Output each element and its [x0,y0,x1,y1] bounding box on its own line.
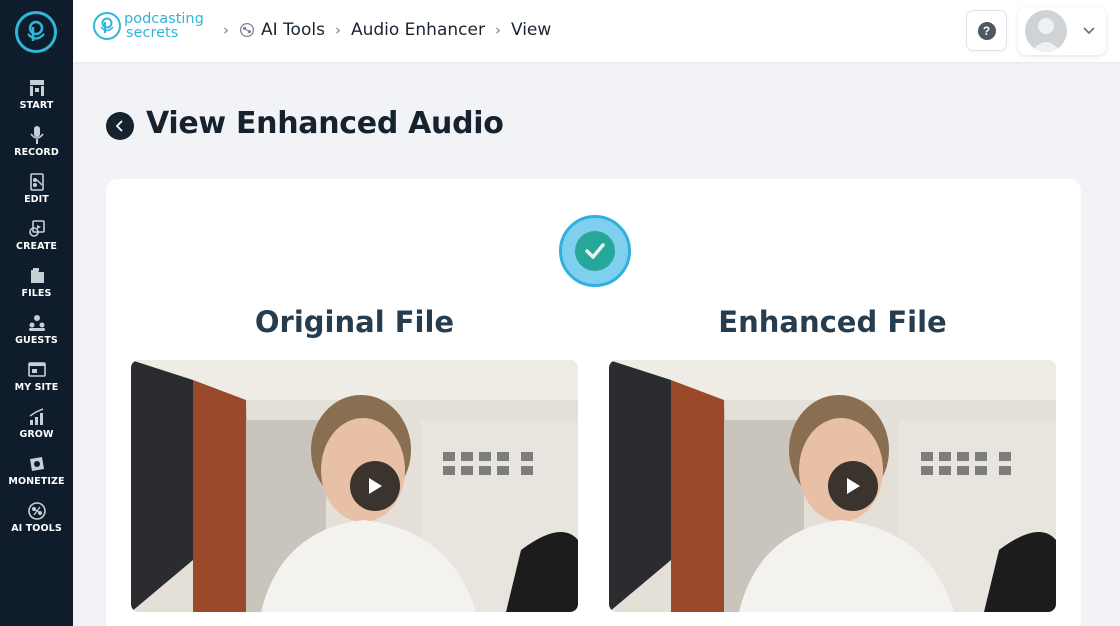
sidebar-item-label: AI TOOLS [11,523,62,534]
back-button[interactable] [106,112,134,140]
brand-mark-icon [93,12,121,40]
chevron-right-icon: › [223,21,229,39]
brand-name: podcasting secrets [124,11,204,41]
create-icon [28,220,45,237]
start-icon [29,80,44,96]
sidebar-item-ai-tools[interactable]: AI TOOLS [0,501,73,548]
breadcrumb-view: View [510,20,552,40]
files-icon [30,268,44,283]
sidebar: START RECORD EDIT CREATE FILES GUESTS MY… [0,0,73,626]
chevron-down-icon [1083,27,1095,35]
sidebar-item-record[interactable]: RECORD [0,125,73,172]
my-site-icon [27,362,46,377]
play-icon [369,478,382,494]
brand-line-2: secrets [126,25,179,41]
guests-icon [28,315,45,331]
sidebar-item-guests[interactable]: GUESTS [0,313,73,360]
sidebar-item-label: MONETIZE [8,476,65,487]
sidebar-item-files[interactable]: FILES [0,266,73,313]
sidebar-item-grow[interactable]: GROW [0,407,73,454]
ai-tools-icon [27,502,46,520]
sidebar-item-label: MY SITE [14,382,59,393]
breadcrumb-ai-tools[interactable]: AI Tools [261,20,325,40]
brand-logo[interactable]: podcasting secrets [93,12,204,40]
sidebar-item-edit[interactable]: EDIT [0,172,73,219]
breadcrumb: › AI Tools › Audio Enhancer › View [213,20,551,40]
sidebar-item-label: GROW [19,429,54,440]
play-icon [847,478,860,494]
enhanced-video-player[interactable] [609,360,1056,612]
edit-icon [29,173,44,191]
sidebar-item-label: EDIT [24,194,49,205]
top-header: podcasting secrets › AI Tools › Audio En… [73,0,1120,62]
app-logo-icon[interactable] [15,11,57,53]
grow-icon [29,408,43,425]
sidebar-item-label: CREATE [16,241,57,252]
help-button[interactable]: ? [966,10,1007,51]
sidebar-item-label: FILES [21,288,52,299]
page-title: View Enhanced Audio [146,106,504,141]
user-menu-button[interactable] [1018,7,1106,55]
original-file-title: Original File [254,305,455,339]
play-button[interactable] [828,461,878,511]
sidebar-item-start[interactable]: START [0,78,73,125]
success-check-icon [559,215,631,287]
sidebar-item-my-site[interactable]: MY SITE [0,360,73,407]
help-icon: ? [977,21,996,40]
brand-line-1: podcasting [124,11,204,27]
chevron-right-icon: › [494,21,501,39]
chevron-left-icon [115,120,123,132]
monetize-icon [29,457,44,471]
original-video-player[interactable] [131,360,578,612]
sidebar-item-label: RECORD [14,147,59,158]
chevron-right-icon: › [334,21,341,39]
sidebar-item-label: START [19,100,54,111]
breadcrumb-audio-enhancer[interactable]: Audio Enhancer [351,20,485,40]
ai-tools-crumb-icon [239,22,255,38]
play-button[interactable] [350,461,400,511]
enhanced-file-title: Enhanced File [718,305,947,339]
avatar [1025,10,1067,52]
microphone-icon [29,126,44,144]
sidebar-item-monetize[interactable]: MONETIZE [0,454,73,501]
sidebar-nav: START RECORD EDIT CREATE FILES GUESTS MY… [0,78,73,548]
sidebar-item-create[interactable]: CREATE [0,219,73,266]
sidebar-item-label: GUESTS [15,335,58,346]
